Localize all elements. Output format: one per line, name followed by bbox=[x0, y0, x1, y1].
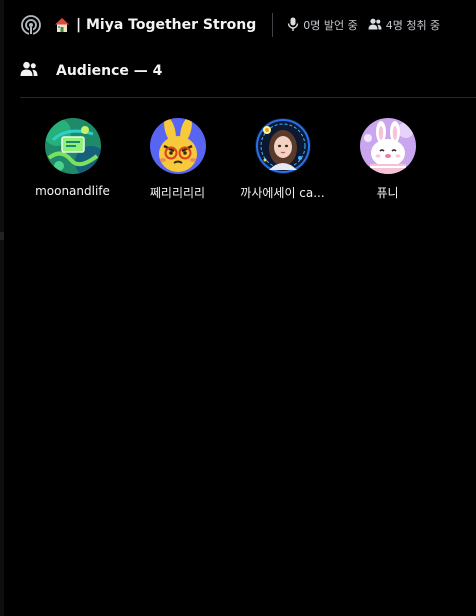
listeners-count: 4명 청취 중 bbox=[368, 17, 440, 33]
stage-header: | Miya Together Strong 0명 발언 중 4명 청취 중 bbox=[20, 10, 476, 40]
audience-member-3[interactable]: 까사에세이 ca... bbox=[230, 118, 335, 201]
audience-list: moonandlife 쩨리리리리 까사에세이 ca... 퓨니 bbox=[20, 118, 440, 201]
edge-notch bbox=[0, 232, 4, 240]
white-bunny-avatar-icon bbox=[359, 118, 416, 174]
yellow-bunny-avatar-icon bbox=[149, 118, 206, 174]
microphone-icon bbox=[287, 17, 303, 34]
stage-title: | Miya Together Strong bbox=[76, 17, 257, 33]
left-edge-strip bbox=[0, 0, 4, 616]
header-divider bbox=[272, 13, 274, 37]
stage-broadcast-icon bbox=[20, 14, 42, 36]
audience-member-moonandlife[interactable]: moonandlife bbox=[20, 118, 125, 201]
green-abstract-avatar-icon bbox=[44, 118, 101, 174]
girl-portrait-avatar-icon bbox=[254, 118, 311, 174]
member-name: 퓨니 bbox=[376, 186, 399, 200]
house-emoji-icon bbox=[54, 17, 70, 33]
stage-channel-panel: | Miya Together Strong 0명 발언 중 4명 청취 중 A… bbox=[0, 0, 476, 616]
speakers-text: 0명 발언 중 bbox=[303, 19, 358, 32]
speakers-count: 0명 발언 중 bbox=[287, 17, 358, 34]
member-name: 까사에세이 ca... bbox=[240, 186, 325, 200]
member-name: 쩨리리리리 bbox=[149, 186, 206, 200]
audience-label: Audience — 4 bbox=[56, 63, 163, 79]
audience-member-4[interactable]: 퓨니 bbox=[335, 118, 440, 201]
people-icon bbox=[368, 18, 386, 33]
listeners-text: 4명 청취 중 bbox=[385, 19, 441, 32]
audience-member-2[interactable]: 쩨리리리리 bbox=[125, 118, 230, 201]
member-name: moonandlife bbox=[35, 184, 110, 198]
people-icon bbox=[20, 61, 38, 81]
section-divider bbox=[20, 97, 476, 98]
audience-section-header: Audience — 4 bbox=[20, 61, 162, 81]
